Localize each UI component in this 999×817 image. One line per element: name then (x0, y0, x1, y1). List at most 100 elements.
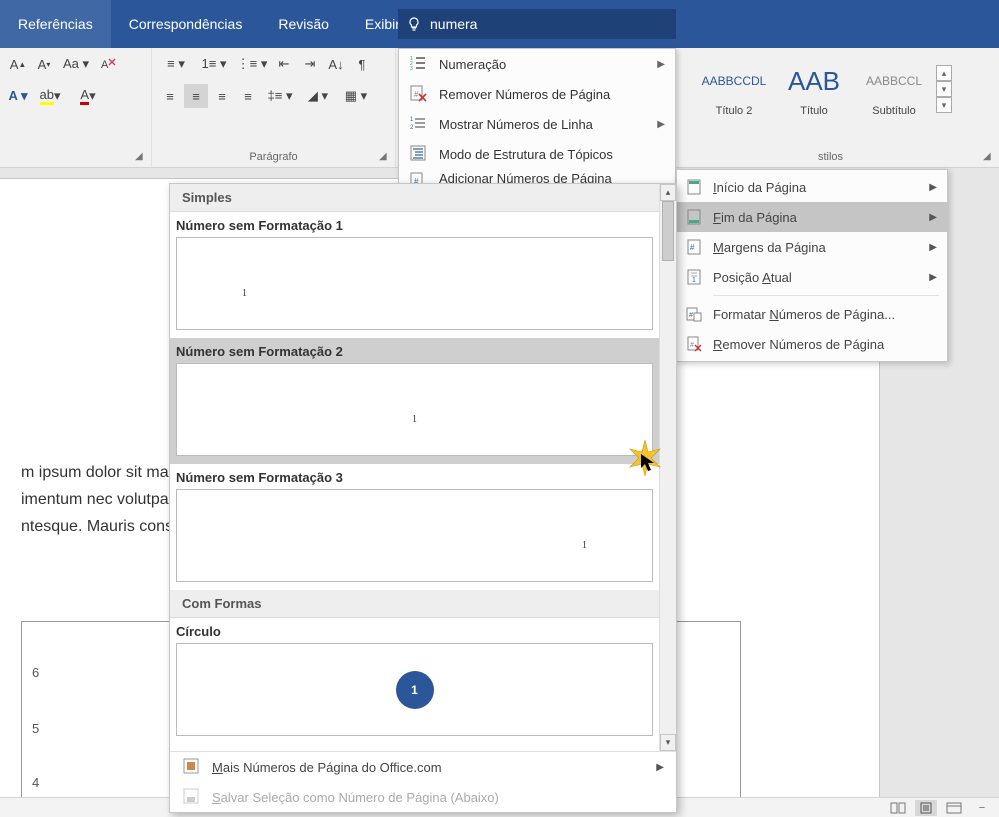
menu-item-label: Fim da Página (713, 210, 797, 225)
gallery-item-title: Número sem Formatação 1 (176, 216, 653, 237)
tellme-item-outline-view[interactable]: Modo de Estrutura de Tópicos (399, 139, 675, 169)
justify-button[interactable]: ≡ (236, 84, 260, 108)
svg-text:A: A (101, 59, 109, 71)
print-layout-button[interactable] (915, 800, 937, 816)
submenu-arrow-icon: ▶ (657, 119, 665, 130)
page-number-preview: 1 (412, 414, 417, 425)
sort-button[interactable]: A↓ (324, 52, 348, 76)
gallery-item-circle[interactable]: Círculo 1 (170, 618, 659, 744)
gallery-footer: Mais Números de Página do Office.com ▶ S… (170, 751, 676, 812)
save-selection-icon (182, 787, 202, 807)
page-number-gallery: Simples Número sem Formatação 1 1 Número… (169, 183, 677, 813)
align-left-button[interactable]: ≡ (158, 84, 182, 108)
web-layout-button[interactable] (943, 800, 965, 816)
style-subtitle[interactable]: AABBCCL Subtítulo (855, 56, 933, 122)
svg-text:2: 2 (410, 125, 414, 131)
styles-dialog-launcher[interactable]: ◢ (983, 151, 997, 165)
numbering-button[interactable]: 1≡ ▾ (196, 52, 232, 76)
style-title[interactable]: AAB Título (775, 56, 853, 122)
svg-text:#: # (690, 243, 695, 252)
bullets-button[interactable]: ≡ ▾ (158, 52, 194, 76)
gallery-item-plain-2[interactable]: Número sem Formatação 2 1 (170, 338, 659, 464)
show-marks-button[interactable]: ¶ (350, 52, 374, 76)
tellme-item-remove-page-numbers[interactable]: # Remover Números de Página (399, 79, 675, 109)
multilevel-button[interactable]: ⋮≡ ▾ (234, 52, 270, 76)
tell-me-input[interactable] (430, 16, 668, 32)
styles-scroll: ▴ ▾ ▾ (936, 65, 952, 113)
increase-indent-button[interactable]: ⇥ (298, 52, 322, 76)
align-right-button[interactable]: ≡ (210, 84, 234, 108)
menu-item-label: Margens da Página (713, 240, 826, 255)
submenu-top-of-page[interactable]: Início da Página ▶ (677, 172, 947, 202)
borders-button[interactable]: ▦ ▾ (338, 84, 374, 108)
zoom-out-button[interactable]: − (971, 800, 993, 816)
gallery-scrollbar[interactable]: ▴ ▾ (659, 184, 676, 751)
text-effects-button[interactable]: A ▾ (6, 84, 30, 108)
tellme-item-numbering[interactable]: 123 Numeração ▶ (399, 49, 675, 79)
chart-axis-label: 4 (32, 772, 39, 794)
styles-gallery: AABBCCDL Título 2 AAB Título AABBCCL Sub… (692, 52, 954, 126)
submenu-remove-page-numbers[interactable]: # Remover Números de Página (677, 329, 947, 359)
menu-separator (713, 295, 939, 296)
page-number-preview: 1 (396, 671, 434, 709)
paragraph-group-label: Parágrafo (158, 149, 389, 165)
tell-me-results-menu: 123 Numeração ▶ # Remover Números de Pág… (398, 48, 676, 186)
gallery-item-plain-1[interactable]: Número sem Formatação 1 1 (170, 212, 659, 338)
tab-references[interactable]: Referências (0, 0, 111, 48)
styles-scroll-up[interactable]: ▴ (936, 65, 952, 81)
line-spacing-button[interactable]: ‡≡ ▾ (262, 84, 298, 108)
numbering-icon: 123 (409, 54, 429, 74)
current-position-icon: 1 (685, 268, 703, 286)
gallery-more-from-office[interactable]: Mais Números de Página do Office.com ▶ (170, 752, 676, 782)
remove-page-number-icon: # (685, 335, 703, 353)
page-number-position-menu: Início da Página ▶ Fim da Página ▶ # Mar… (676, 169, 948, 362)
gallery-section-shapes: Com Formas (170, 590, 659, 618)
svg-text:1: 1 (692, 277, 696, 284)
tellme-item-line-numbers[interactable]: 12 Mostrar Números de Linha ▶ (399, 109, 675, 139)
styles-scroll-down[interactable]: ▾ (936, 81, 952, 97)
gallery-item-title: Círculo (176, 622, 653, 643)
paragraph-dialog-launcher[interactable]: ◢ (379, 151, 393, 165)
remove-page-number-icon: # (409, 84, 429, 104)
line-numbers-icon: 12 (409, 114, 429, 134)
submenu-format-page-numbers[interactable]: # Formatar Números de Página... (677, 299, 947, 329)
submenu-arrow-icon: ▶ (929, 182, 937, 193)
scrollbar-down-button[interactable]: ▾ (660, 734, 676, 751)
read-mode-button[interactable] (887, 800, 909, 816)
page-bottom-icon (685, 208, 703, 226)
menu-item-label: Salvar Seleção como Número de Página (Ab… (212, 790, 499, 805)
format-page-number-icon: # (685, 305, 703, 323)
align-center-button[interactable]: ≡ (184, 84, 208, 108)
menu-item-label: Mostrar Números de Linha (439, 117, 593, 132)
shading-button[interactable]: ◢ ▾ (300, 84, 336, 108)
gallery-item-title: Número sem Formatação 3 (176, 468, 653, 489)
ribbon-group-font: A▲ A▾ Aa ▾ A A ▾ ab ▾ A ▾ ◢ (0, 48, 152, 167)
highlight-button[interactable]: ab ▾ (32, 84, 68, 108)
change-case-button[interactable]: Aa ▾ (58, 52, 94, 76)
submenu-arrow-icon: ▶ (929, 242, 937, 253)
clear-formatting-button[interactable]: A (96, 52, 120, 76)
styles-expand[interactable]: ▾ (936, 97, 952, 113)
tell-me-search[interactable] (398, 9, 676, 39)
title-bar: Referências Correspondências Revisão Exi… (0, 0, 999, 48)
tab-mailings[interactable]: Correspondências (111, 0, 261, 48)
submenu-arrow-icon: ▶ (656, 762, 664, 773)
menu-item-label: Mais Números de Página do Office.com (212, 760, 442, 775)
shrink-font-button[interactable]: A▾ (32, 52, 56, 76)
font-dialog-launcher[interactable]: ◢ (135, 151, 149, 165)
grow-font-button[interactable]: A▲ (6, 52, 30, 76)
submenu-current-position[interactable]: 1 Posição Atual ▶ (677, 262, 947, 292)
menu-item-label: Remover Números de Página (713, 337, 884, 352)
scrollbar-up-button[interactable]: ▴ (660, 184, 676, 201)
decrease-indent-button[interactable]: ⇤ (272, 52, 296, 76)
page-top-icon (685, 178, 703, 196)
gallery-item-plain-3[interactable]: Número sem Formatação 3 1 (170, 464, 659, 590)
tab-review[interactable]: Revisão (260, 0, 347, 48)
font-color-button[interactable]: A ▾ (70, 84, 106, 108)
chart-axis-label: 5 (32, 718, 39, 740)
submenu-page-margins[interactable]: # Margens da Página ▶ (677, 232, 947, 262)
menu-item-label: Numeração (439, 57, 506, 72)
style-heading2[interactable]: AABBCCDL Título 2 (695, 56, 773, 122)
submenu-bottom-of-page[interactable]: Fim da Página ▶ (677, 202, 947, 232)
scrollbar-thumb[interactable] (662, 201, 674, 261)
